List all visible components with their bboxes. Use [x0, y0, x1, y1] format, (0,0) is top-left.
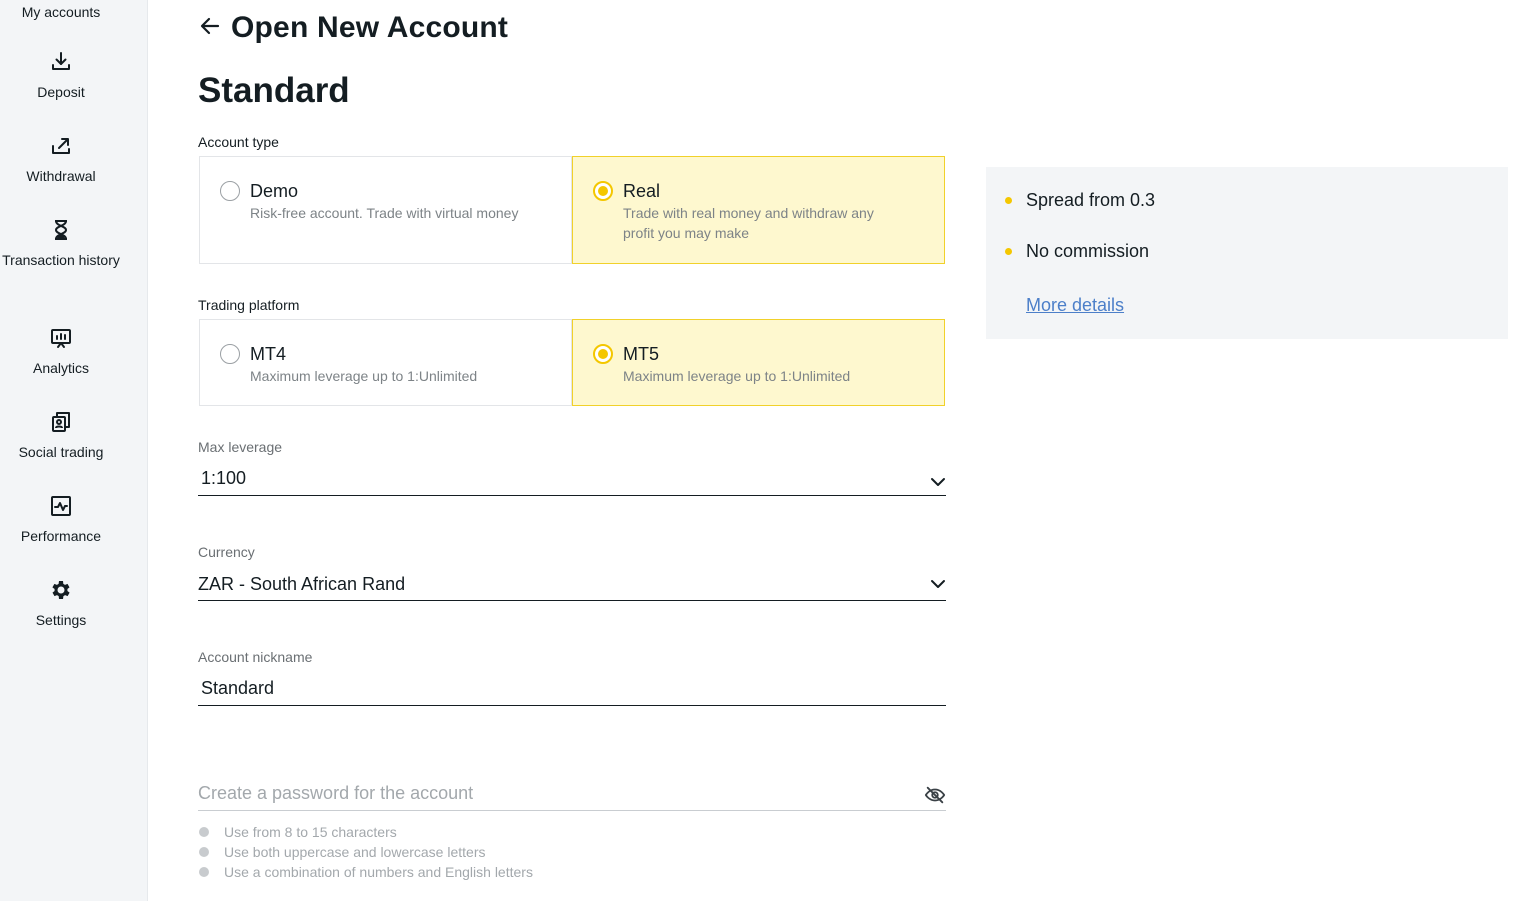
password-rule: Use a combination of numbers and English… [199, 862, 533, 882]
gear-icon [49, 578, 73, 602]
chevron-down-icon [930, 474, 946, 490]
option-title: MT4 [250, 344, 286, 364]
sidebar-item-label: Analytics [32, 360, 90, 376]
social-trading-icon [49, 410, 73, 434]
password-field[interactable] [198, 776, 946, 811]
platform-mt5-option[interactable]: MT5 Maximum leverage up to 1:Unlimited [572, 319, 945, 406]
password-rule: Use both uppercase and lowercase letters [199, 842, 533, 862]
sidebar-item-settings[interactable]: Settings [0, 578, 122, 632]
currency-label: Currency [198, 544, 255, 560]
more-details-link[interactable]: More details [1026, 294, 1124, 316]
option-description: Trade with real money and withdraw any p… [623, 205, 874, 241]
password-input[interactable] [198, 776, 898, 810]
currency-value: ZAR - South African Rand [198, 574, 406, 594]
deposit-icon [49, 50, 73, 74]
sidebar-item-my-accounts[interactable]: My accounts [0, 4, 122, 20]
account-type-demo-option[interactable]: Demo Risk-free account. Trade with virtu… [199, 156, 572, 264]
trading-platform-options: MT4 Maximum leverage up to 1:Unlimited M… [199, 319, 945, 406]
sidebar-item-analytics[interactable]: Analytics [0, 326, 122, 380]
sidebar-item-performance[interactable]: Performance [0, 494, 122, 548]
page-title: Open New Account [231, 11, 509, 44]
nickname-label: Account nickname [198, 649, 313, 665]
nickname-value[interactable]: Standard [201, 677, 274, 699]
option-description: Risk-free account. Trade with virtual mo… [250, 205, 519, 221]
option-title: MT5 [623, 344, 659, 364]
withdrawal-icon [49, 134, 73, 158]
password-rule: Use from 8 to 15 characters [199, 822, 533, 842]
arrow-left-icon[interactable] [198, 14, 222, 38]
account-type-options: Demo Risk-free account. Trade with virtu… [199, 156, 945, 264]
feature-commission: No commission [1026, 241, 1150, 261]
sidebar-item-label: Withdrawal [26, 168, 96, 184]
sidebar: My accounts Deposit Withdrawal Transacti… [0, 0, 148, 901]
sidebar-item-withdrawal[interactable]: Withdrawal [0, 134, 122, 188]
bullet-dot [1005, 197, 1012, 204]
trading-platform-label: Trading platform [198, 297, 300, 313]
sidebar-item-label: Deposit [37, 84, 85, 100]
max-leverage-label: Max leverage [198, 439, 283, 455]
option-description: Maximum leverage up to 1:Unlimited [250, 368, 478, 384]
sidebar-item-label: Transaction history [2, 252, 120, 268]
option-title: Real [623, 181, 661, 201]
bullet-dot [1005, 248, 1012, 255]
account-info-panel: Spread from 0.3 No commission More detai… [986, 167, 1508, 339]
max-leverage-select[interactable]: 1:100 [198, 462, 946, 496]
nickname-field[interactable]: Standard [198, 672, 946, 706]
analytics-icon [49, 326, 73, 350]
option-description: Maximum leverage up to 1:Unlimited [623, 368, 851, 384]
account-type-real-option[interactable]: Real Trade with real money and withdraw … [572, 156, 945, 264]
hourglass-icon [49, 218, 73, 242]
radio-real[interactable] [593, 181, 613, 201]
radio-demo[interactable] [220, 181, 240, 201]
account-title: Standard [198, 71, 350, 110]
sidebar-item-label: Settings [35, 612, 87, 628]
sidebar-item-label: Social trading [18, 444, 104, 460]
platform-mt4-option[interactable]: MT4 Maximum leverage up to 1:Unlimited [199, 319, 572, 406]
max-leverage-value: 1:100 [201, 468, 247, 488]
sidebar-item-transaction-history[interactable]: Transaction history [0, 218, 122, 272]
eye-off-icon[interactable] [924, 784, 946, 806]
chevron-down-icon [930, 576, 946, 592]
currency-select[interactable]: ZAR - South African Rand [198, 566, 946, 601]
performance-icon [49, 494, 73, 518]
radio-mt5[interactable] [593, 344, 613, 364]
radio-mt4[interactable] [220, 344, 240, 364]
password-rules: Use from 8 to 15 characters Use both upp… [199, 822, 533, 882]
feature-spread: Spread from 0.3 [1026, 190, 1156, 210]
account-type-label: Account type [198, 134, 279, 150]
sidebar-item-social-trading[interactable]: Social trading [0, 410, 122, 464]
sidebar-item-deposit[interactable]: Deposit [0, 50, 122, 104]
sidebar-item-label: Performance [20, 528, 102, 544]
option-title: Demo [250, 181, 299, 201]
